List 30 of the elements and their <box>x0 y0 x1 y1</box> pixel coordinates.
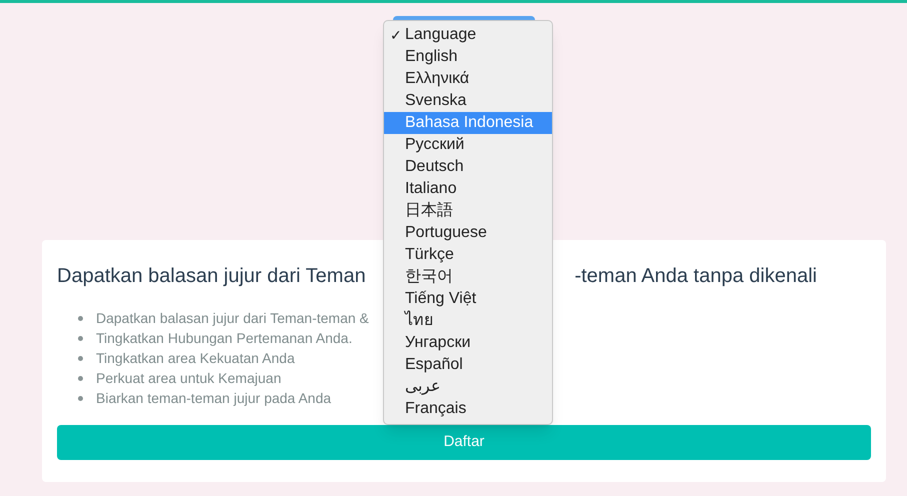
heading-text: Dapatkan balasan jujur dari Teman <box>57 264 366 289</box>
menu-item[interactable]: Tiếng Việt <box>384 288 552 310</box>
menu-item[interactable]: English <box>384 46 552 68</box>
menu-item[interactable]: Portuguese <box>384 222 552 244</box>
bullet-icon <box>78 376 83 380</box>
menu-item[interactable]: Ελληνικά <box>384 68 552 90</box>
feature-text: Dapatkan balasan jujur dari Teman-teman & <box>96 308 369 328</box>
bullet-icon <box>78 396 83 400</box>
feature-text: Tingkatkan Hubungan Pertemanan Anda. <box>96 328 352 348</box>
menu-item[interactable]: Русский <box>384 134 552 156</box>
menu-item[interactable]: Унгарски <box>384 332 552 354</box>
feature-text: Perkuat area untuk Kemajuan <box>96 368 282 388</box>
menu-item[interactable]: Español <box>384 354 552 376</box>
menu-item[interactable]: Svenska <box>384 90 552 112</box>
menu-item[interactable]: Language <box>405 23 476 47</box>
menu-item[interactable]: 한국어 <box>384 266 552 288</box>
check-icon: ✓ <box>390 24 402 46</box>
menu-item[interactable]: 日本語 <box>384 200 552 222</box>
heading-text: -teman Anda tanpa dikenali <box>574 264 817 289</box>
menu-item[interactable]: Deutsch <box>384 156 552 178</box>
bullet-icon <box>78 316 83 320</box>
menu-item[interactable]: عربى <box>384 376 552 398</box>
menu-item[interactable]: ไทย <box>384 310 552 332</box>
bullet-icon <box>78 356 83 360</box>
feature-text: Tingkatkan area Kekuatan Anda <box>96 348 295 368</box>
menu-item[interactable]: Italiano <box>384 178 552 200</box>
bullet-icon <box>78 336 83 340</box>
menu-item[interactable]: Français <box>384 398 552 420</box>
feature-text: Biarkan teman-teman jujur pada Anda <box>96 388 332 408</box>
menu-item[interactable]: Türkçe <box>384 244 552 266</box>
